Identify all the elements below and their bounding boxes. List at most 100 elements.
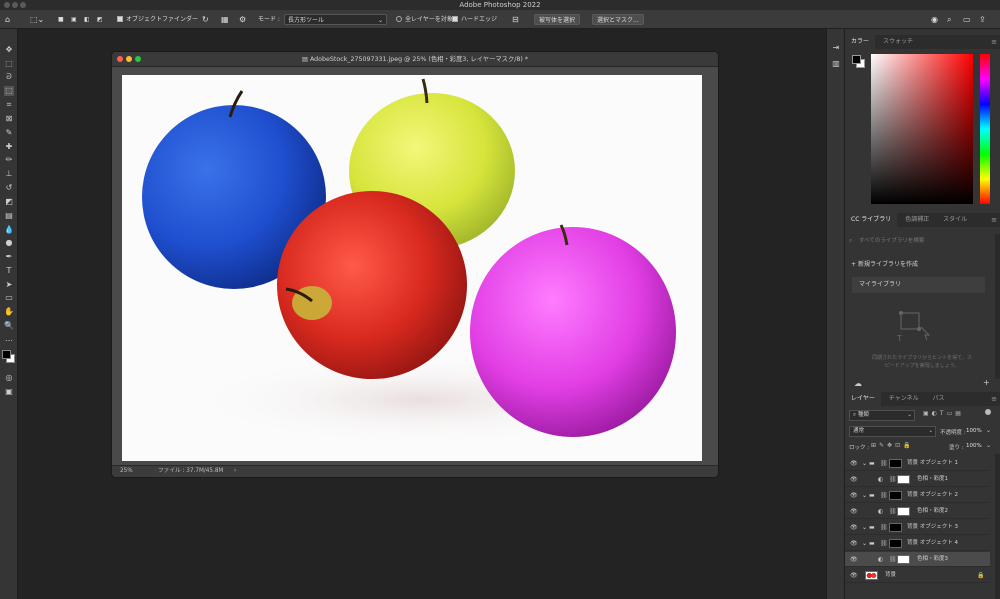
opacity-value[interactable]: 100% <box>966 428 982 434</box>
show-objects-icon[interactable]: ▦ <box>221 14 229 25</box>
layer-mask-thumbnail[interactable] <box>897 475 910 484</box>
tab-paths[interactable]: パス <box>927 392 951 406</box>
refresh-icon[interactable]: ↻ <box>202 14 209 25</box>
layer-row[interactable]: 👁 ⌄ ▬ ⛓ 背景 オブジェクト 3 <box>845 520 990 535</box>
pressure-icon[interactable]: ⊟ <box>512 14 519 25</box>
link-icon[interactable]: ⛓ <box>889 504 897 519</box>
object-finder-checkbox[interactable]: オブジェクトファインダー <box>117 14 198 25</box>
lasso-tool-icon[interactable]: ᘐ <box>4 72 14 82</box>
quick-mask-icon[interactable]: ◎ <box>4 373 14 383</box>
layer-row[interactable]: 👁 ◐ ⛓ 色相・彩度2 <box>845 504 990 519</box>
layer-name[interactable]: 色相・彩度1 <box>917 472 948 487</box>
layer-name[interactable]: 色相・彩度2 <box>917 504 948 519</box>
zoom-tool-icon[interactable]: 🔍 <box>4 321 14 331</box>
chevron-down-icon[interactable]: ⌄ <box>862 536 867 551</box>
color-foreground-swatch[interactable] <box>852 55 861 64</box>
select-subject-button[interactable]: 被写体を選択 <box>534 14 581 25</box>
move-tool-icon[interactable]: ✥ <box>4 45 14 55</box>
library-search-input[interactable]: すべてのライブラリを検索 <box>859 233 924 249</box>
chevron-down-icon[interactable]: ⌄ <box>986 442 991 449</box>
eye-icon[interactable]: 👁 <box>850 536 858 551</box>
layer-mask-thumbnail[interactable] <box>889 539 902 548</box>
layer-row[interactable]: 👁 ◐ ⛓ 色相・彩度1 <box>845 472 990 487</box>
healing-tool-icon[interactable]: ✚ <box>4 142 14 152</box>
layer-name[interactable]: 背景 オブジェクト 4 <box>907 536 958 551</box>
layer-row[interactable]: 👁 ◐ ⛓ 色相・彩度3 <box>845 552 990 567</box>
dodge-tool-icon[interactable]: ● <box>4 238 14 248</box>
workspace-icon[interactable]: ▭ <box>963 14 971 25</box>
layer-thumbnail[interactable] <box>865 571 878 580</box>
add-selection-icon[interactable]: ▣ <box>71 14 77 25</box>
share-icon[interactable]: ⇪ <box>979 14 986 25</box>
history-icon[interactable]: ⇥ <box>831 43 841 53</box>
layer-filter-icons[interactable]: ▣◐T▭▤ <box>923 410 964 417</box>
eye-icon[interactable]: 👁 <box>850 520 858 535</box>
tab-layers[interactable]: レイヤー <box>845 392 881 406</box>
canvas-area[interactable] <box>112 67 718 467</box>
library-search[interactable]: ⌕ すべてのライブラリを検索 <box>845 233 993 249</box>
layer-name[interactable]: 背景 オブジェクト 1 <box>907 456 958 471</box>
tab-color[interactable]: カラー <box>845 35 876 49</box>
layer-mask-thumbnail[interactable] <box>889 523 902 532</box>
library-scrollbar[interactable] <box>995 234 1000 379</box>
eyedropper-tool-icon[interactable]: ✎ <box>4 128 14 138</box>
lock-icons[interactable]: ⊞✎✥⊡🔒 <box>871 442 914 449</box>
hue-slider[interactable] <box>980 54 990 204</box>
shape-tool-icon[interactable]: ▭ <box>4 293 14 303</box>
link-icon[interactable]: ⛓ <box>889 552 897 567</box>
intersect-selection-icon[interactable]: ◩ <box>97 14 103 25</box>
eraser-tool-icon[interactable]: ◩ <box>4 197 14 207</box>
mode-select[interactable]: 長方形ツール ⌄ <box>284 14 387 25</box>
layer-name[interactable]: 背景 <box>885 568 896 583</box>
minimize-doc-button[interactable] <box>126 56 132 62</box>
layer-row[interactable]: 👁 ⌄ ▬ ⛓ 背景 オブジェクト 2 <box>845 488 990 503</box>
chevron-down-icon[interactable]: ⌄ <box>986 427 991 434</box>
marquee-tool-icon[interactable]: ⬚ <box>4 59 14 69</box>
create-library-button[interactable]: + 新規ライブラリを作成 <box>851 259 918 268</box>
eye-icon[interactable]: 👁 <box>850 472 858 487</box>
eye-icon[interactable]: 👁 <box>850 488 858 503</box>
pen-tool-icon[interactable]: ✒ <box>4 252 14 262</box>
stamp-tool-icon[interactable]: ⊥ <box>4 169 14 179</box>
screen-mode-icon[interactable]: ▣ <box>4 387 14 397</box>
document-tab[interactable]: ▤ AdobeStock_275097331.jpeg @ 25% (色相・彩度… <box>112 52 718 67</box>
all-layers-checkbox[interactable]: 全レイヤーを対象 <box>396 14 453 25</box>
select-and-mask-button[interactable]: 選択とマスク... <box>592 14 644 25</box>
user-icon[interactable]: ◉ <box>931 14 938 25</box>
type-tool-icon[interactable]: T <box>4 266 14 276</box>
foreground-color-swatch[interactable] <box>2 350 11 359</box>
fill-value[interactable]: 100% <box>966 443 982 449</box>
chevron-down-icon[interactable]: ⌄ <box>862 520 867 535</box>
layer-filter-select[interactable]: ⌕ 種類 ⌄ <box>849 410 915 421</box>
layer-name[interactable]: 色相・彩度3 <box>917 552 948 567</box>
frame-tool-icon[interactable]: ⊠ <box>4 114 14 124</box>
link-icon[interactable]: ⛓ <box>889 472 897 487</box>
adjustment-layer-icon[interactable]: ◐ <box>878 552 883 567</box>
zoom-readout[interactable]: 25% <box>120 466 133 477</box>
tab-cc-libraries[interactable]: CC ライブラリ <box>845 213 898 227</box>
layer-mask-thumbnail[interactable] <box>889 459 902 468</box>
blur-tool-icon[interactable]: 💧 <box>4 225 14 235</box>
close-doc-button[interactable] <box>117 56 123 62</box>
layer-mask-thumbnail[interactable] <box>897 507 910 516</box>
layer-name[interactable]: 背景 オブジェクト 2 <box>907 488 958 503</box>
link-icon[interactable]: ⛓ <box>880 520 888 535</box>
panel-menu-icon[interactable]: ≡ <box>991 392 997 406</box>
properties-icon[interactable]: ▥ <box>831 59 841 69</box>
chevron-down-icon[interactable]: ⌄ <box>862 488 867 503</box>
color-field[interactable] <box>871 54 973 204</box>
tab-channels[interactable]: チャンネル <box>883 392 925 406</box>
adjustment-layer-icon[interactable]: ◐ <box>878 472 883 487</box>
panel-menu-icon[interactable]: ≡ <box>991 213 997 227</box>
link-icon[interactable]: ⛓ <box>880 536 888 551</box>
zoom-window-button[interactable] <box>20 2 26 8</box>
close-window-button[interactable] <box>4 2 10 8</box>
eye-icon[interactable]: 👁 <box>850 504 858 519</box>
layer-name[interactable]: 背景 オブジェクト 3 <box>907 520 958 535</box>
photo-canvas[interactable] <box>122 75 702 461</box>
brush-tool-icon[interactable]: ✏ <box>4 155 14 165</box>
subtract-selection-icon[interactable]: ◧ <box>84 14 90 25</box>
tab-styles[interactable]: スタイル <box>937 213 973 227</box>
tab-swatches[interactable]: スウォッチ <box>877 35 919 49</box>
eye-icon[interactable]: 👁 <box>850 552 858 567</box>
